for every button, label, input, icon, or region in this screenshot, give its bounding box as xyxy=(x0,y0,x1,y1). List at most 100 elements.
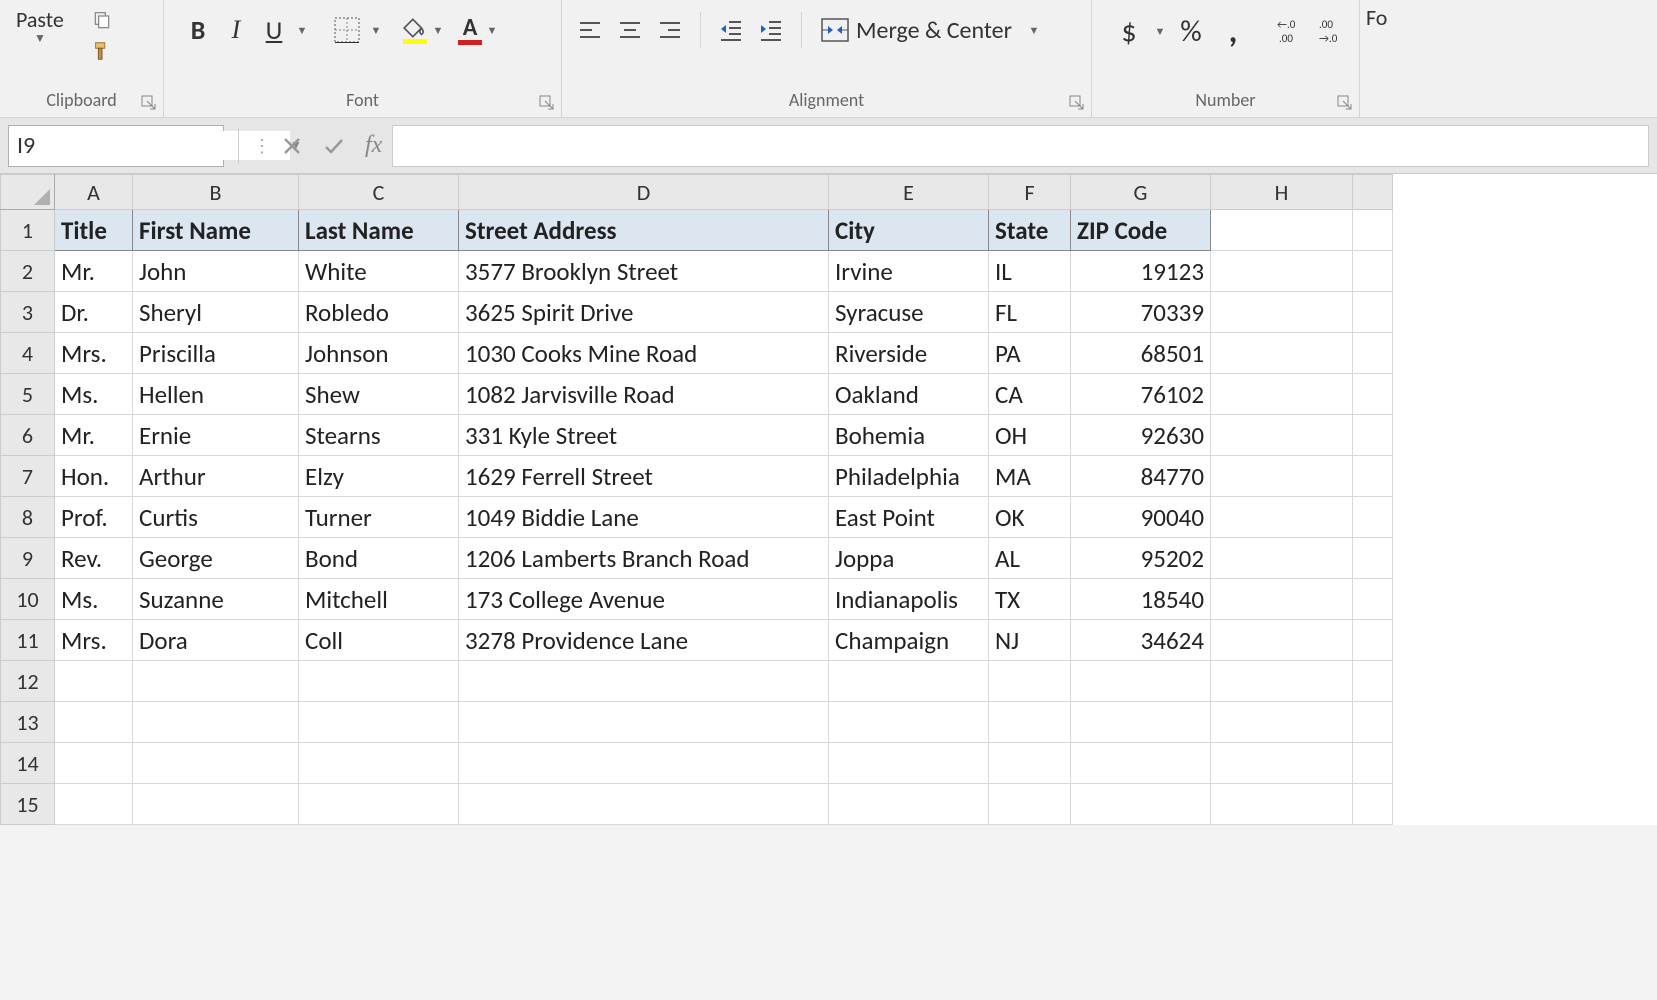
underline-button[interactable]: U xyxy=(256,10,292,50)
cell[interactable] xyxy=(299,702,459,743)
cell[interactable]: 70339 xyxy=(1071,292,1211,333)
row-header-4[interactable]: 4 xyxy=(1,333,55,374)
cell-edge[interactable] xyxy=(1353,292,1393,333)
formula-input[interactable] xyxy=(392,125,1649,167)
col-header-C[interactable]: C xyxy=(299,175,459,210)
cell[interactable]: John xyxy=(133,251,299,292)
cell[interactable] xyxy=(55,661,133,702)
cell[interactable]: Mitchell xyxy=(299,579,459,620)
cell[interactable] xyxy=(1211,210,1353,251)
cell[interactable] xyxy=(1211,497,1353,538)
cell[interactable]: Mrs. xyxy=(55,333,133,374)
cell-edge[interactable] xyxy=(1353,415,1393,456)
cell[interactable]: 19123 xyxy=(1071,251,1211,292)
cell[interactable]: Ms. xyxy=(55,579,133,620)
cell[interactable]: Philadelphia xyxy=(829,456,989,497)
cell[interactable]: TX xyxy=(989,579,1071,620)
cell[interactable] xyxy=(1071,784,1211,825)
cell[interactable]: PA xyxy=(989,333,1071,374)
cell[interactable]: 92630 xyxy=(1071,415,1211,456)
cell[interactable]: 331 Kyle Street xyxy=(459,415,829,456)
col-header-G[interactable]: G xyxy=(1071,175,1211,210)
cell[interactable] xyxy=(989,702,1071,743)
col-header-H[interactable]: H xyxy=(1211,175,1353,210)
cell[interactable]: East Point xyxy=(829,497,989,538)
cell[interactable]: Elzy xyxy=(299,456,459,497)
cell[interactable]: Robledo xyxy=(299,292,459,333)
currency-button[interactable]: $ xyxy=(1110,10,1148,52)
cell-edge[interactable] xyxy=(1353,374,1393,415)
row-header-1[interactable]: 1 xyxy=(1,210,55,251)
row-header-3[interactable]: 3 xyxy=(1,292,55,333)
cell[interactable]: Bohemia xyxy=(829,415,989,456)
cell-edge[interactable] xyxy=(1353,210,1393,251)
paste-button[interactable]: Paste ▼ xyxy=(8,4,72,48)
cell[interactable] xyxy=(989,784,1071,825)
cell[interactable]: Rev. xyxy=(55,538,133,579)
cell[interactable] xyxy=(299,784,459,825)
cell[interactable]: Joppa xyxy=(829,538,989,579)
cell[interactable]: Sheryl xyxy=(133,292,299,333)
cell[interactable]: George xyxy=(133,538,299,579)
cell[interactable] xyxy=(55,702,133,743)
decrease-decimal-button[interactable]: .00→.0 xyxy=(1314,10,1352,52)
table-header-cell[interactable]: City xyxy=(829,210,989,251)
cell[interactable] xyxy=(459,702,829,743)
row-header-11[interactable]: 11 xyxy=(1,620,55,661)
cell[interactable]: 3577 Brooklyn Street xyxy=(459,251,829,292)
increase-decimal-button[interactable]: ←.0.00 xyxy=(1272,10,1310,52)
align-right-button[interactable] xyxy=(650,10,690,50)
cell-edge[interactable] xyxy=(1353,784,1393,825)
row-header-9[interactable]: 9 xyxy=(1,538,55,579)
cell[interactable] xyxy=(829,661,989,702)
fx-button[interactable]: fx xyxy=(365,132,382,159)
cell-edge[interactable] xyxy=(1353,456,1393,497)
cell[interactable] xyxy=(1211,702,1353,743)
cell[interactable]: 1030 Cooks Mine Road xyxy=(459,333,829,374)
cell[interactable]: NJ xyxy=(989,620,1071,661)
cell[interactable]: 3278 Providence Lane xyxy=(459,620,829,661)
cell[interactable] xyxy=(1071,661,1211,702)
cell[interactable]: Mrs. xyxy=(55,620,133,661)
alignment-dialog-launcher[interactable] xyxy=(1069,95,1085,111)
decrease-indent-button[interactable] xyxy=(711,10,751,50)
align-left-button[interactable] xyxy=(570,10,610,50)
col-header-D[interactable]: D xyxy=(459,175,829,210)
cell[interactable]: Hon. xyxy=(55,456,133,497)
table-header-cell[interactable]: Street Address xyxy=(459,210,829,251)
row-header-6[interactable]: 6 xyxy=(1,415,55,456)
cell[interactable]: Hellen xyxy=(133,374,299,415)
cell[interactable]: 84770 xyxy=(1071,456,1211,497)
cell[interactable]: 1049 Biddie Lane xyxy=(459,497,829,538)
cell[interactable]: Champaign xyxy=(829,620,989,661)
cell[interactable]: Syracuse xyxy=(829,292,989,333)
cell[interactable] xyxy=(829,743,989,784)
cell[interactable]: MA xyxy=(989,456,1071,497)
cell[interactable]: Prof. xyxy=(55,497,133,538)
row-header-12[interactable]: 12 xyxy=(1,661,55,702)
table-header-cell[interactable]: ZIP Code xyxy=(1071,210,1211,251)
cell[interactable] xyxy=(133,784,299,825)
cell[interactable]: Dr. xyxy=(55,292,133,333)
cell[interactable]: 68501 xyxy=(1071,333,1211,374)
row-header-2[interactable]: 2 xyxy=(1,251,55,292)
cell-edge[interactable] xyxy=(1353,538,1393,579)
row-header-15[interactable]: 15 xyxy=(1,784,55,825)
copy-icon[interactable] xyxy=(86,8,118,34)
cell[interactable] xyxy=(1211,620,1353,661)
cell[interactable]: White xyxy=(299,251,459,292)
table-header-cell[interactable]: First Name xyxy=(133,210,299,251)
cell[interactable] xyxy=(55,743,133,784)
drag-handle-icon[interactable]: ⋮ xyxy=(253,135,271,157)
cell[interactable] xyxy=(133,661,299,702)
cell[interactable] xyxy=(1211,415,1353,456)
table-header-cell[interactable]: State xyxy=(989,210,1071,251)
cell[interactable] xyxy=(133,743,299,784)
name-box[interactable]: ▼ xyxy=(8,125,224,167)
cell[interactable]: Stearns xyxy=(299,415,459,456)
cell[interactable] xyxy=(1211,333,1353,374)
cell[interactable]: OK xyxy=(989,497,1071,538)
cell[interactable]: CA xyxy=(989,374,1071,415)
merge-center-button[interactable]: Merge & Center ▼ xyxy=(812,10,1050,50)
cell[interactable] xyxy=(1211,743,1353,784)
